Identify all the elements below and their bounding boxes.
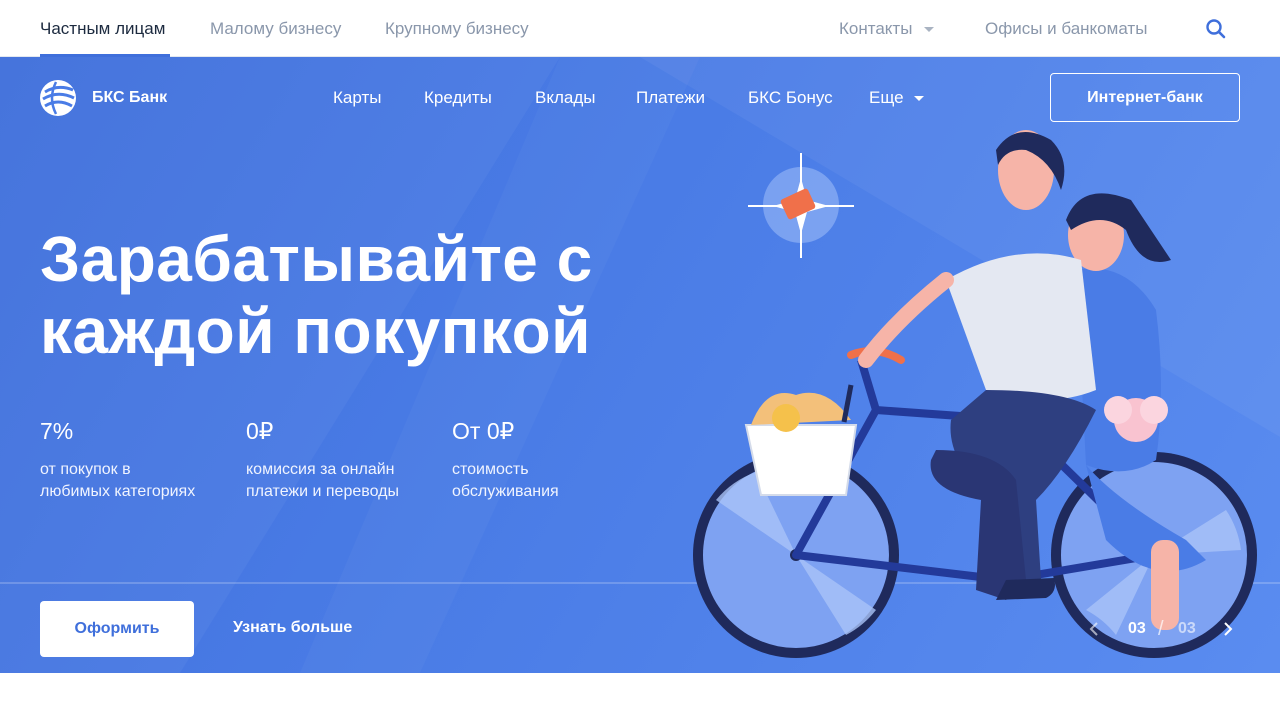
slide-separator: / bbox=[1158, 618, 1164, 640]
stat-commission: 0₽ комиссия за онлайн платежи и переводы bbox=[246, 417, 436, 503]
segment-private[interactable]: Частным лицам bbox=[40, 19, 165, 39]
slide-current: 03 bbox=[1128, 620, 1146, 637]
search-icon bbox=[1206, 19, 1226, 39]
nav-bks-bonus[interactable]: БКС Бонус bbox=[748, 88, 833, 108]
slider-control: 03 / 03 bbox=[1086, 617, 1246, 641]
next-arrow-icon[interactable] bbox=[1222, 620, 1234, 638]
stat-service-cost: От 0₽ стоимость обслуживания bbox=[452, 417, 642, 503]
internet-bank-button[interactable]: Интернет-банк bbox=[1050, 73, 1240, 122]
stat-value: От 0₽ bbox=[452, 418, 515, 444]
stat-cashback: 7% от покупок в любимых категориях bbox=[40, 417, 230, 503]
contacts-label: Контакты bbox=[839, 19, 913, 38]
search-button[interactable] bbox=[1203, 16, 1229, 42]
nav-credits[interactable]: Кредиты bbox=[424, 88, 492, 108]
nav-more-label: Еще bbox=[869, 88, 904, 107]
globe-logo-icon bbox=[40, 80, 76, 116]
stat-description: от покупок в любимых категориях bbox=[40, 459, 230, 503]
nav-more-dropdown[interactable]: Еще bbox=[869, 88, 924, 108]
headline-line-1: Зарабатывайте с bbox=[40, 223, 593, 295]
stat-value: 7% bbox=[40, 418, 74, 444]
nav-cards[interactable]: Карты bbox=[333, 88, 381, 108]
logo-text: БКС Банк bbox=[92, 89, 168, 106]
couple-bicycle-illustration bbox=[693, 130, 1257, 658]
stat-desc-line: обслуживания bbox=[452, 483, 559, 500]
stat-description: комиссия за онлайн платежи и переводы bbox=[246, 459, 436, 503]
card-sparkle-icon bbox=[748, 153, 854, 258]
stat-desc-line: комиссия за онлайн bbox=[246, 461, 395, 478]
top-bar: Частным лицам Малому бизнесу Крупному би… bbox=[0, 0, 1280, 57]
contacts-dropdown[interactable]: Контакты bbox=[839, 19, 935, 39]
learn-more-link[interactable]: Узнать больше bbox=[233, 619, 352, 637]
offices-link[interactable]: Офисы и банкоматы bbox=[985, 19, 1147, 39]
stat-description: стоимость обслуживания bbox=[452, 459, 642, 503]
segment-small-business[interactable]: Малому бизнесу bbox=[210, 19, 341, 39]
stat-value: 0₽ bbox=[246, 418, 274, 444]
prev-arrow-icon[interactable] bbox=[1088, 620, 1100, 638]
nav-deposits[interactable]: Вклады bbox=[535, 88, 595, 108]
hero-headline: Зарабатывайте с каждой покупкой bbox=[40, 223, 680, 367]
chevron-down-icon bbox=[924, 27, 935, 33]
bks-logo[interactable]: БКС Банк bbox=[40, 79, 167, 117]
apply-button[interactable]: Оформить bbox=[40, 601, 194, 657]
headline-line-2: каждой покупкой bbox=[40, 295, 591, 367]
hero-banner: БКС Банк Карты Кредиты Вклады Платежи БК… bbox=[0, 57, 1280, 673]
stat-desc-line: стоимость bbox=[452, 461, 529, 478]
nav-payments[interactable]: Платежи bbox=[636, 88, 705, 108]
segment-corporate[interactable]: Крупному бизнесу bbox=[385, 19, 529, 39]
chevron-down-icon bbox=[913, 96, 924, 102]
stat-desc-line: платежи и переводы bbox=[246, 483, 399, 500]
slide-total: 03 bbox=[1178, 620, 1196, 637]
stat-desc-line: любимых категориях bbox=[40, 483, 196, 500]
stat-desc-line: от покупок в bbox=[40, 461, 131, 478]
